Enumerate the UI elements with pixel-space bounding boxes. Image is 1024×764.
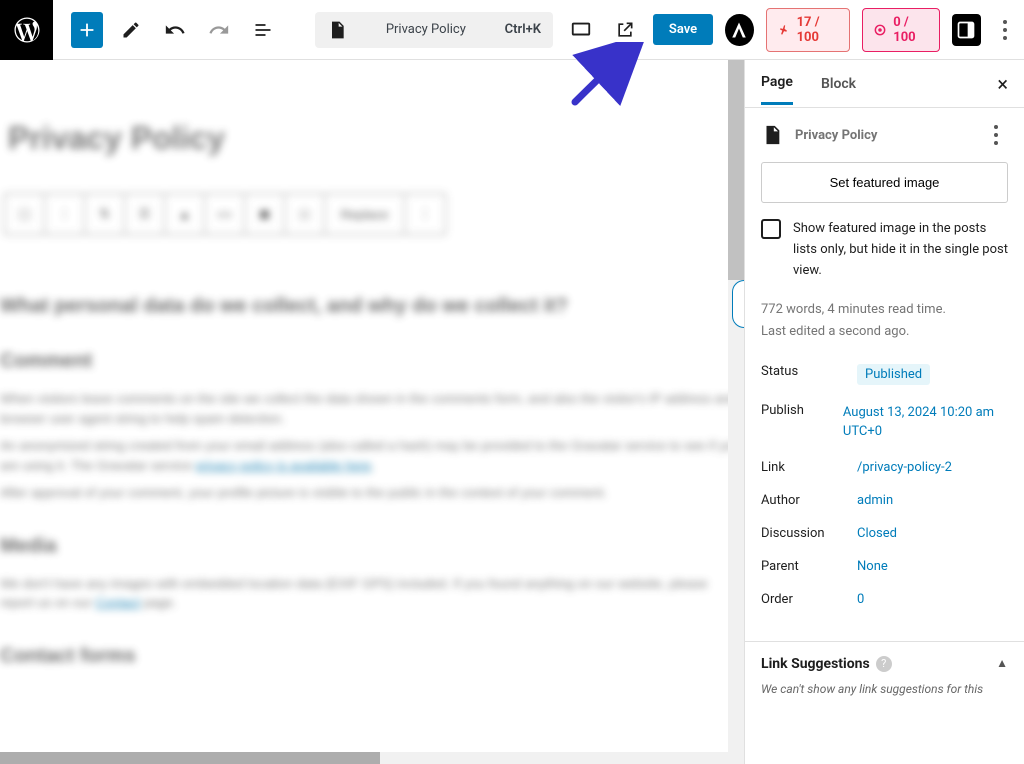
page-heading[interactable]: Privacy Policy [8,120,744,157]
paragraph[interactable]: After approval of your comment, your pro… [0,483,744,503]
section-heading[interactable]: Media [0,535,744,558]
chevron-up-icon: ▲ [996,656,1008,670]
publish-value[interactable]: August 13, 2024 10:20 am UTC+0 [843,403,1008,442]
close-sidebar-button[interactable]: × [997,72,1008,96]
link-suggestions-body: We can't show any link suggestions for t… [761,682,1008,696]
view-desktop-button[interactable] [565,12,597,48]
tab-block[interactable]: Block [821,64,856,104]
page-icon [761,124,783,146]
readability-score-badge[interactable]: 0 / 100 [862,8,940,52]
editor-canvas[interactable]: Privacy Policy ▢⋮⇅ ☰▲<>◼◻ Replace⋮ What … [0,60,744,764]
section-heading[interactable]: Contact forms [0,645,744,668]
page-icon [327,20,347,40]
featured-image-checkbox-label: Show featured image in the posts lists o… [793,219,1008,281]
sidebar-collapse-handle[interactable] [732,280,744,328]
author-value[interactable]: admin [857,493,893,508]
order-label: Order [761,592,857,607]
document-title: Privacy Policy [357,22,495,37]
publish-label: Publish [761,403,843,418]
document-switcher[interactable]: Privacy Policy Ctrl+K [315,12,553,48]
template-row: Privacy Policy [761,124,1008,146]
undo-button[interactable] [159,12,191,48]
editor-content[interactable]: Privacy Policy ▢⋮⇅ ☰▲<>◼◻ Replace⋮ What … [0,60,744,764]
status-value[interactable]: Published [857,364,930,385]
paragraph[interactable]: An anonymized string created from your e… [0,436,744,475]
settings-sidebar: Page Block × Privacy Policy Set featured… [744,60,1024,764]
shortcut-hint: Ctrl+K [505,22,541,37]
parent-label: Parent [761,559,857,574]
open-preview-button[interactable] [609,12,641,48]
status-label: Status [761,364,857,379]
paragraph[interactable]: We don't have any images with embedded l… [0,574,744,613]
page-meta: 772 words, 4 minutes read time. Last edi… [761,299,1008,343]
discussion-label: Discussion [761,526,857,541]
add-block-button[interactable] [71,12,103,48]
section-heading[interactable]: What personal data do we collect, and wh… [0,295,744,318]
section-heading[interactable]: Comment [0,350,744,373]
tools-button[interactable] [115,12,147,48]
document-overview-button[interactable] [247,12,279,48]
featured-image-checkbox-row: Show featured image in the posts lists o… [761,219,1008,281]
sidebar-tabs: Page Block × [745,60,1024,108]
settings-panel-toggle[interactable] [952,14,980,46]
link-label: Link [761,460,857,475]
readability-score-value: 0 / 100 [893,15,929,45]
order-value[interactable]: 0 [857,592,864,607]
block-toolbar[interactable]: ▢⋮⇅ ☰▲<>◼◻ Replace⋮ [4,193,446,235]
page-panel: Privacy Policy Set featured image Show f… [745,108,1024,641]
link-value[interactable]: /privacy-policy-2 [857,460,952,475]
page-attributes: StatusPublished PublishAugust 13, 2024 1… [761,364,1008,607]
redo-button[interactable] [203,12,235,48]
featured-image-checkbox[interactable] [761,219,781,239]
seo-score-badge[interactable]: 17 / 100 [766,8,851,52]
tab-page[interactable]: Page [761,62,793,105]
link-suggestions-panel[interactable]: Link Suggestions ? ▲ We can't show any l… [745,641,1024,710]
link-suggestions-title: Link Suggestions [761,656,870,672]
discussion-value[interactable]: Closed [857,526,897,541]
vertical-scrollbar[interactable] [728,60,744,764]
template-name: Privacy Policy [795,128,877,143]
word-count: 772 words, 4 minutes read time. [761,299,1008,321]
parent-value[interactable]: None [857,559,888,574]
paragraph[interactable]: When visitors leave comments on the site… [0,389,744,428]
last-edited: Last edited a second ago. [761,321,1008,343]
top-toolbar: Privacy Policy Ctrl+K Save 17 / 100 0 / … [0,0,1024,60]
more-options-button[interactable] [995,20,1016,40]
set-featured-image-button[interactable]: Set featured image [761,162,1008,203]
horizontal-scrollbar[interactable] [0,752,728,764]
target-icon [873,22,887,38]
seo-score-value: 17 / 100 [797,15,840,45]
save-button[interactable]: Save [653,14,713,45]
astra-icon[interactable] [725,14,753,46]
template-actions-button[interactable] [984,125,1008,145]
wordpress-logo[interactable] [0,0,53,60]
thumbtack-icon [777,22,791,38]
help-icon[interactable]: ? [876,656,892,672]
author-label: Author [761,493,857,508]
